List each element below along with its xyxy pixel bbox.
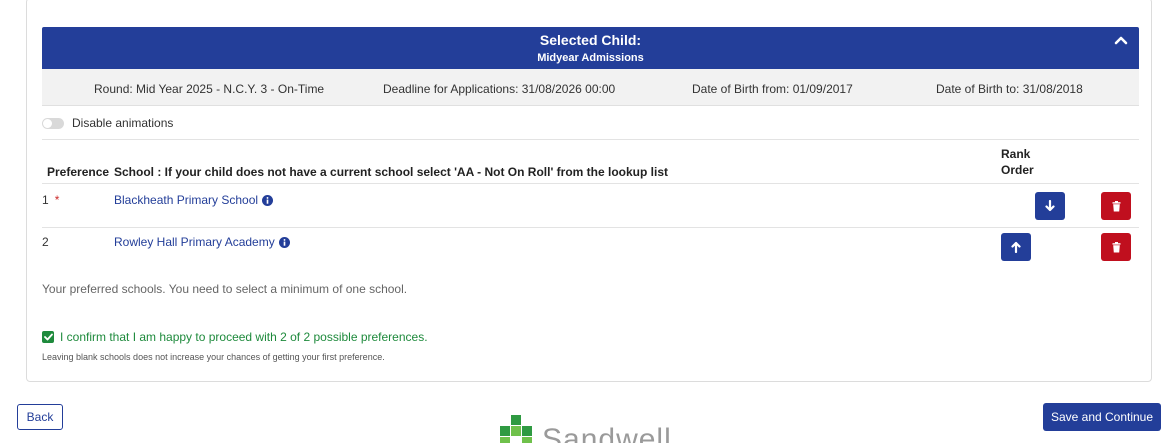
trash-icon	[1112, 241, 1120, 252]
disable-animations-label: Disable animations	[72, 116, 174, 130]
confirm-text: I confirm that I am happy to proceed wit…	[60, 330, 428, 344]
move-down-button[interactable]	[1035, 192, 1065, 220]
dob-from-text: Date of Birth from: 01/09/2017	[692, 82, 853, 96]
sandwell-logo-text: Sandwell	[542, 423, 672, 443]
back-button[interactable]: Back	[17, 404, 63, 430]
school-link[interactable]: Rowley Hall Primary Academy	[114, 235, 290, 249]
selected-child-title: Selected Child:	[539, 32, 642, 48]
divider	[42, 183, 1139, 184]
school-name: Rowley Hall Primary Academy	[114, 235, 275, 249]
delete-school-button[interactable]	[1101, 192, 1131, 220]
rank-header-line1: Rank	[1001, 147, 1031, 161]
checkmark-icon	[43, 333, 53, 341]
round-info-row: Round: Mid Year 2025 - N.C.Y. 3 - On-Tim…	[42, 69, 1139, 106]
preferences-card: Selected Child: Midyear Admissions Round…	[26, 0, 1152, 382]
school-header: School : If your child does not have a c…	[114, 165, 668, 179]
info-icon[interactable]	[278, 236, 290, 248]
divider	[42, 227, 1139, 228]
preference-number: 1 *	[42, 193, 59, 207]
round-text: Round: Mid Year 2025 - N.C.Y. 3 - On-Tim…	[94, 82, 325, 96]
dob-to-text: Date of Birth to: 31/08/2018	[936, 82, 1083, 96]
confirm-checkbox[interactable]	[42, 331, 54, 343]
preferred-schools-help-text: Your preferred schools. You need to sele…	[42, 282, 408, 296]
preference-header: Preference	[47, 165, 110, 179]
school-name: Blackheath Primary School	[114, 193, 259, 207]
deadline-text: Deadline for Applications: 31/08/2026 00…	[383, 82, 616, 96]
divider	[42, 139, 1139, 140]
confirm-row: I confirm that I am happy to proceed wit…	[42, 330, 428, 344]
rank-header-line2: Order	[1001, 163, 1034, 177]
disable-animations-toggle[interactable]	[42, 117, 64, 129]
arrow-down-icon	[1045, 200, 1055, 212]
selected-child-header: Selected Child: Midyear Admissions	[42, 27, 1139, 69]
disable-animations-row: Disable animations	[42, 114, 173, 132]
trash-icon	[1112, 200, 1120, 211]
save-and-continue-button[interactable]: Save and Continue	[1043, 403, 1161, 431]
selected-child-subtitle: Midyear Admissions	[537, 52, 644, 64]
school-link[interactable]: Blackheath Primary School	[114, 193, 274, 207]
preference-number: 2	[42, 235, 49, 249]
move-up-button[interactable]	[1001, 233, 1031, 261]
preference-value: 2	[42, 235, 49, 249]
blank-schools-note: Leaving blank schools does not increase …	[42, 352, 385, 362]
info-icon[interactable]	[262, 194, 274, 206]
arrow-up-icon	[1011, 241, 1021, 253]
preference-value: 1	[42, 193, 49, 207]
delete-school-button[interactable]	[1101, 233, 1131, 261]
required-mark: *	[54, 193, 60, 207]
chevron-up-icon[interactable]	[1113, 33, 1129, 47]
